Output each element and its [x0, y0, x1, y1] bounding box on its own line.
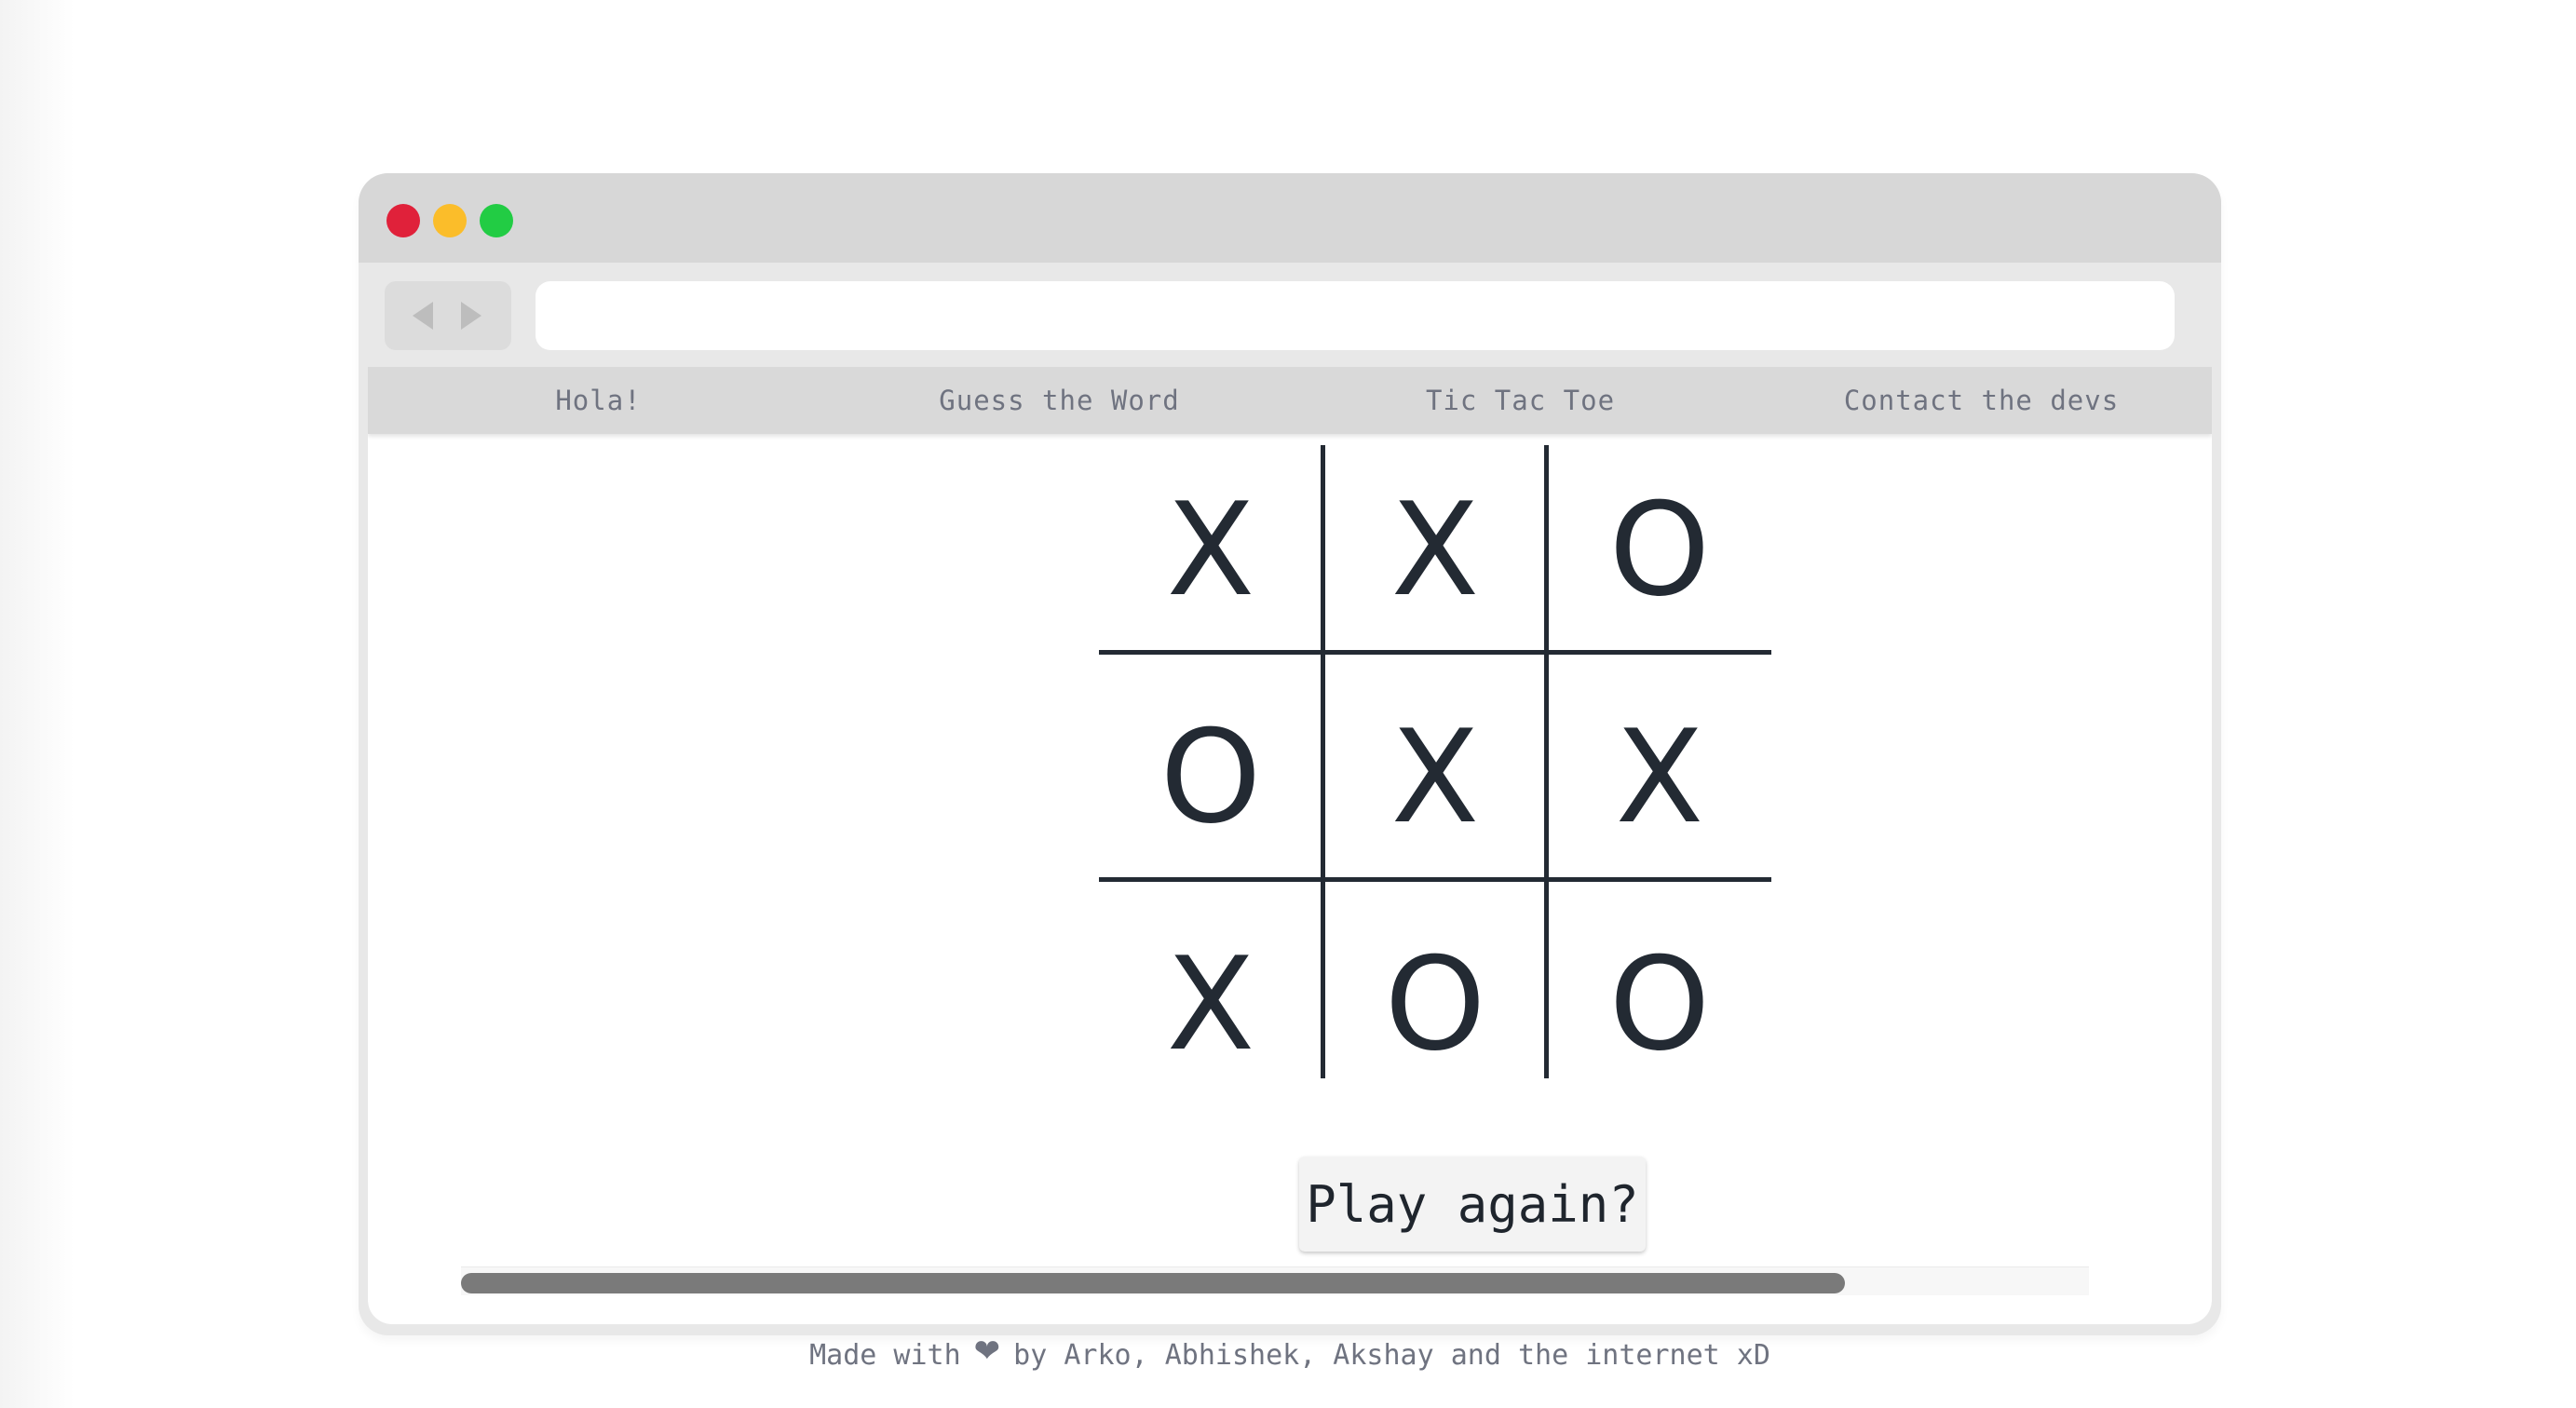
play-again-button[interactable]: Play again? — [1299, 1157, 1646, 1252]
board-cell[interactable]: X — [1323, 672, 1547, 883]
board-cell[interactable]: X — [1099, 445, 1322, 656]
nav-item-tic-tac-toe[interactable]: Tic Tac Toe — [1290, 367, 1751, 434]
tic-tac-toe-board: X X O O X X X O O — [1099, 445, 1771, 1078]
board-grid-line — [1099, 650, 1771, 655]
footer-credits: by Arko, Abhishek, Akshay and the intern… — [1013, 1338, 1770, 1372]
board-cell[interactable]: O — [1323, 900, 1547, 1110]
board-cell[interactable]: O — [1548, 900, 1771, 1110]
page-content: Hola! Guess the Word Tic Tac Toe Contact… — [368, 367, 2212, 1324]
nav-item-hola[interactable]: Hola! — [368, 367, 829, 434]
title-bar — [359, 173, 2221, 263]
board-cell[interactable]: X — [1548, 672, 1771, 883]
browser-toolbar — [359, 263, 2221, 367]
heart-icon: ❤ — [973, 1333, 1001, 1370]
board-cell[interactable]: X — [1323, 445, 1547, 656]
site-navbar: Hola! Guess the Word Tic Tac Toe Contact… — [368, 367, 2212, 434]
board-grid-line — [1321, 445, 1325, 1078]
maximize-dot-icon[interactable] — [480, 204, 513, 237]
browser-window: Hola! Guess the Word Tic Tac Toe Contact… — [359, 173, 2221, 1335]
board-grid-line — [1099, 877, 1771, 882]
footer-prefix: Made with — [809, 1338, 961, 1372]
horizontal-scrollbar[interactable] — [461, 1266, 2089, 1295]
close-dot-icon[interactable] — [386, 204, 420, 237]
scrollbar-thumb[interactable] — [461, 1273, 1845, 1293]
history-nav-buttons — [385, 281, 511, 350]
board-cell[interactable]: X — [1099, 900, 1322, 1110]
forward-arrow-icon[interactable] — [461, 302, 481, 330]
board-cell[interactable]: O — [1548, 445, 1771, 656]
address-bar[interactable] — [536, 281, 2175, 350]
back-arrow-icon[interactable] — [413, 302, 433, 330]
footer: Made with ❤ by Arko, Abhishek, Akshay an… — [359, 1332, 2221, 1378]
board-cell[interactable]: O — [1099, 672, 1322, 883]
board-grid-line — [1544, 445, 1549, 1078]
page-edge-shade — [0, 0, 75, 1408]
minimize-dot-icon[interactable] — [433, 204, 467, 237]
nav-item-contact-the-devs[interactable]: Contact the devs — [1751, 367, 2212, 434]
nav-item-guess-the-word[interactable]: Guess the Word — [829, 367, 1290, 434]
